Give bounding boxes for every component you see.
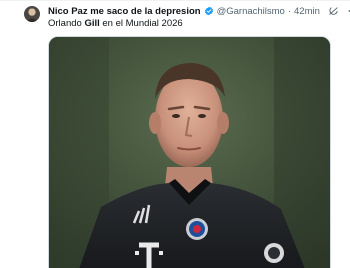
divider-line [0, 0, 350, 1]
verified-badge-icon [204, 6, 214, 16]
display-name[interactable]: Nico Paz me saco de la depresion [48, 6, 201, 17]
tweet-header: Nico Paz me saco de la depresion @Garnac… [48, 5, 350, 17]
tweet-text: Orlando Gill en el Mundial 2026 [48, 18, 183, 30]
handle[interactable]: @Garnachilsmo [217, 6, 285, 17]
separator-dot: · [287, 5, 292, 17]
goalkeeper-photo [49, 37, 330, 268]
timestamp[interactable]: 42min [294, 6, 320, 17]
grok-icon[interactable] [328, 5, 339, 17]
tweet-text-bold: Gill [84, 18, 100, 29]
tweet-text-after: en el Mundial 2026 [99, 18, 183, 29]
tweet-media-image[interactable] [48, 36, 331, 268]
avatar[interactable] [24, 6, 40, 22]
tweet-text-before: Orlando [48, 18, 85, 29]
